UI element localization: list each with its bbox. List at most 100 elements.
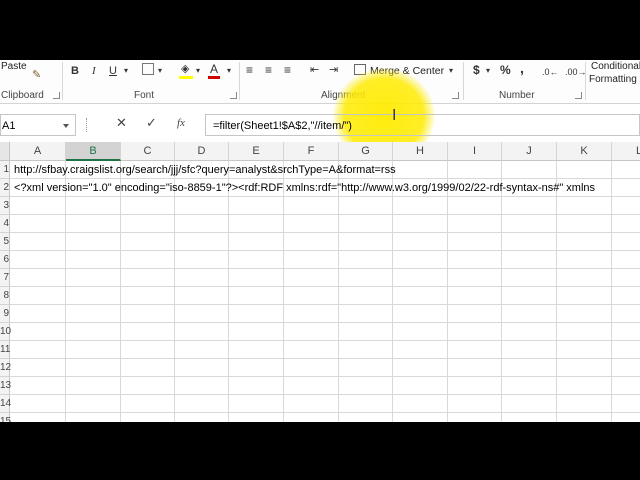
column-gridline xyxy=(392,161,393,423)
column-header-h[interactable]: H xyxy=(393,142,448,161)
divider xyxy=(62,62,63,100)
row-header-6[interactable]: 6 xyxy=(0,251,10,269)
ribbon: Paste ✎ Clipboard B I U ▾ ▾ ◈ ▾ A ▾ Font… xyxy=(0,60,640,104)
row-gridline xyxy=(10,358,640,359)
borders-dropdown-icon[interactable]: ▾ xyxy=(158,64,162,78)
column-gridline xyxy=(228,161,229,423)
font-group-label: Font xyxy=(134,90,155,101)
currency-button[interactable]: $ xyxy=(473,63,480,77)
formula-input[interactable]: =filter(Sheet1!$A$2,"//item/") xyxy=(205,114,640,136)
row-gridline xyxy=(10,340,640,341)
insert-function-icon[interactable]: fx xyxy=(177,116,185,130)
row-header-1[interactable]: 1 xyxy=(0,161,10,179)
increase-indent-icon[interactable]: ⇥ xyxy=(329,63,338,77)
name-box-value: A1 xyxy=(2,120,16,132)
font-color-dropdown-icon[interactable]: ▾ xyxy=(227,64,231,78)
row-header-7[interactable]: 7 xyxy=(0,269,10,287)
decrease-indent-icon[interactable]: ⇤ xyxy=(310,63,319,77)
enter-icon[interactable]: ✓ xyxy=(146,116,157,130)
decrease-decimal-icon[interactable]: .00→ xyxy=(565,65,587,79)
row-gridline xyxy=(10,394,640,395)
column-gridline xyxy=(447,161,448,423)
conditional-formatting-line2[interactable]: Formatting xyxy=(589,74,637,85)
fill-color-swatch xyxy=(179,76,193,79)
column-gridline xyxy=(556,161,557,423)
column-gridline xyxy=(283,161,284,423)
column-header-f[interactable]: F xyxy=(284,142,339,161)
splitter-handle[interactable] xyxy=(86,118,90,132)
row-gridline xyxy=(10,304,640,305)
font-color-button[interactable]: A xyxy=(210,62,218,76)
underline-dropdown-icon[interactable]: ▾ xyxy=(124,64,128,78)
select-all-corner[interactable] xyxy=(0,142,10,161)
fill-color-icon[interactable]: ◈ xyxy=(181,62,189,76)
text-cursor-icon: I xyxy=(392,107,397,124)
row-gridline xyxy=(10,268,640,269)
top-letterbox xyxy=(0,0,640,60)
row-header-13[interactable]: 13 xyxy=(0,377,11,395)
paste-button[interactable]: Paste xyxy=(1,61,27,72)
row-header-3[interactable]: 3 xyxy=(0,197,10,215)
currency-dropdown-icon[interactable]: ▾ xyxy=(486,64,490,78)
format-painter-icon[interactable]: ✎ xyxy=(32,68,41,82)
cell-a2[interactable]: <?xml version="1.0" encoding="iso-8859-1… xyxy=(14,179,595,197)
column-header-k[interactable]: K xyxy=(557,142,612,161)
row-header-5[interactable]: 5 xyxy=(0,233,10,251)
row-header-8[interactable]: 8 xyxy=(0,287,10,305)
bottom-letterbox xyxy=(0,422,640,480)
column-header-a[interactable]: A xyxy=(10,142,66,161)
column-header-j[interactable]: J xyxy=(502,142,557,161)
align-right-icon[interactable]: ≡ xyxy=(284,63,291,77)
column-header-g[interactable]: G xyxy=(339,142,393,161)
increase-decimal-icon[interactable]: .0← xyxy=(542,65,559,79)
alignment-launcher-icon[interactable] xyxy=(452,92,459,99)
row-header-14[interactable]: 14 xyxy=(0,395,11,413)
column-header-c[interactable]: C xyxy=(121,142,175,161)
column-header-i[interactable]: I xyxy=(448,142,502,161)
row-header-4[interactable]: 4 xyxy=(0,215,10,233)
column-gridline xyxy=(174,161,175,423)
column-header-l[interactable]: L xyxy=(612,142,640,161)
divider xyxy=(585,62,586,100)
row-header-9[interactable]: 9 xyxy=(0,305,10,323)
row-header-2[interactable]: 2 xyxy=(0,179,10,197)
name-box-dropdown-icon[interactable] xyxy=(63,124,69,128)
bold-button[interactable]: B xyxy=(71,64,79,78)
number-group-label: Number xyxy=(499,90,535,101)
fill-dropdown-icon[interactable]: ▾ xyxy=(196,64,200,78)
clipboard-group-label: Clipboard xyxy=(1,90,44,101)
row-header-12[interactable]: 12 xyxy=(0,359,11,377)
conditional-formatting-button[interactable]: Conditional xyxy=(591,61,640,72)
row-header-10[interactable]: 10 xyxy=(0,323,11,341)
cancel-icon[interactable]: ✕ xyxy=(116,116,127,130)
worksheet-grid[interactable]: ABCDEFGHIJKL 123456789101112131415 http:… xyxy=(0,142,640,431)
align-left-icon[interactable]: ≡ xyxy=(246,63,253,77)
number-launcher-icon[interactable] xyxy=(575,92,582,99)
column-gridline xyxy=(65,161,66,423)
row-gridline xyxy=(10,376,640,377)
comma-button[interactable]: , xyxy=(520,61,524,75)
divider xyxy=(239,62,240,100)
merge-dropdown-icon[interactable]: ▾ xyxy=(449,64,453,78)
clipboard-launcher-icon[interactable] xyxy=(53,92,60,99)
excel-window: Paste ✎ Clipboard B I U ▾ ▾ ◈ ▾ A ▾ Font… xyxy=(0,0,640,480)
row-header-11[interactable]: 11 xyxy=(0,341,10,359)
cell-a1[interactable]: http://sfbay.craigslist.org/search/jjj/s… xyxy=(14,161,396,179)
percent-button[interactable]: % xyxy=(500,63,511,77)
row-gridline xyxy=(10,322,640,323)
row-gridline xyxy=(10,286,640,287)
borders-icon[interactable] xyxy=(142,63,154,75)
row-gridline xyxy=(10,250,640,251)
align-center-icon[interactable]: ≡ xyxy=(265,63,272,77)
column-header-d[interactable]: D xyxy=(175,142,229,161)
column-header-e[interactable]: E xyxy=(229,142,284,161)
italic-button[interactable]: I xyxy=(92,64,96,78)
column-header-b[interactable]: B xyxy=(66,142,121,161)
column-gridline xyxy=(501,161,502,423)
font-launcher-icon[interactable] xyxy=(230,92,237,99)
row-gridline xyxy=(10,232,640,233)
font-color-swatch xyxy=(208,76,220,79)
name-box[interactable]: A1 xyxy=(0,114,76,136)
underline-button[interactable]: U xyxy=(109,64,117,78)
row-gridline xyxy=(10,412,640,413)
